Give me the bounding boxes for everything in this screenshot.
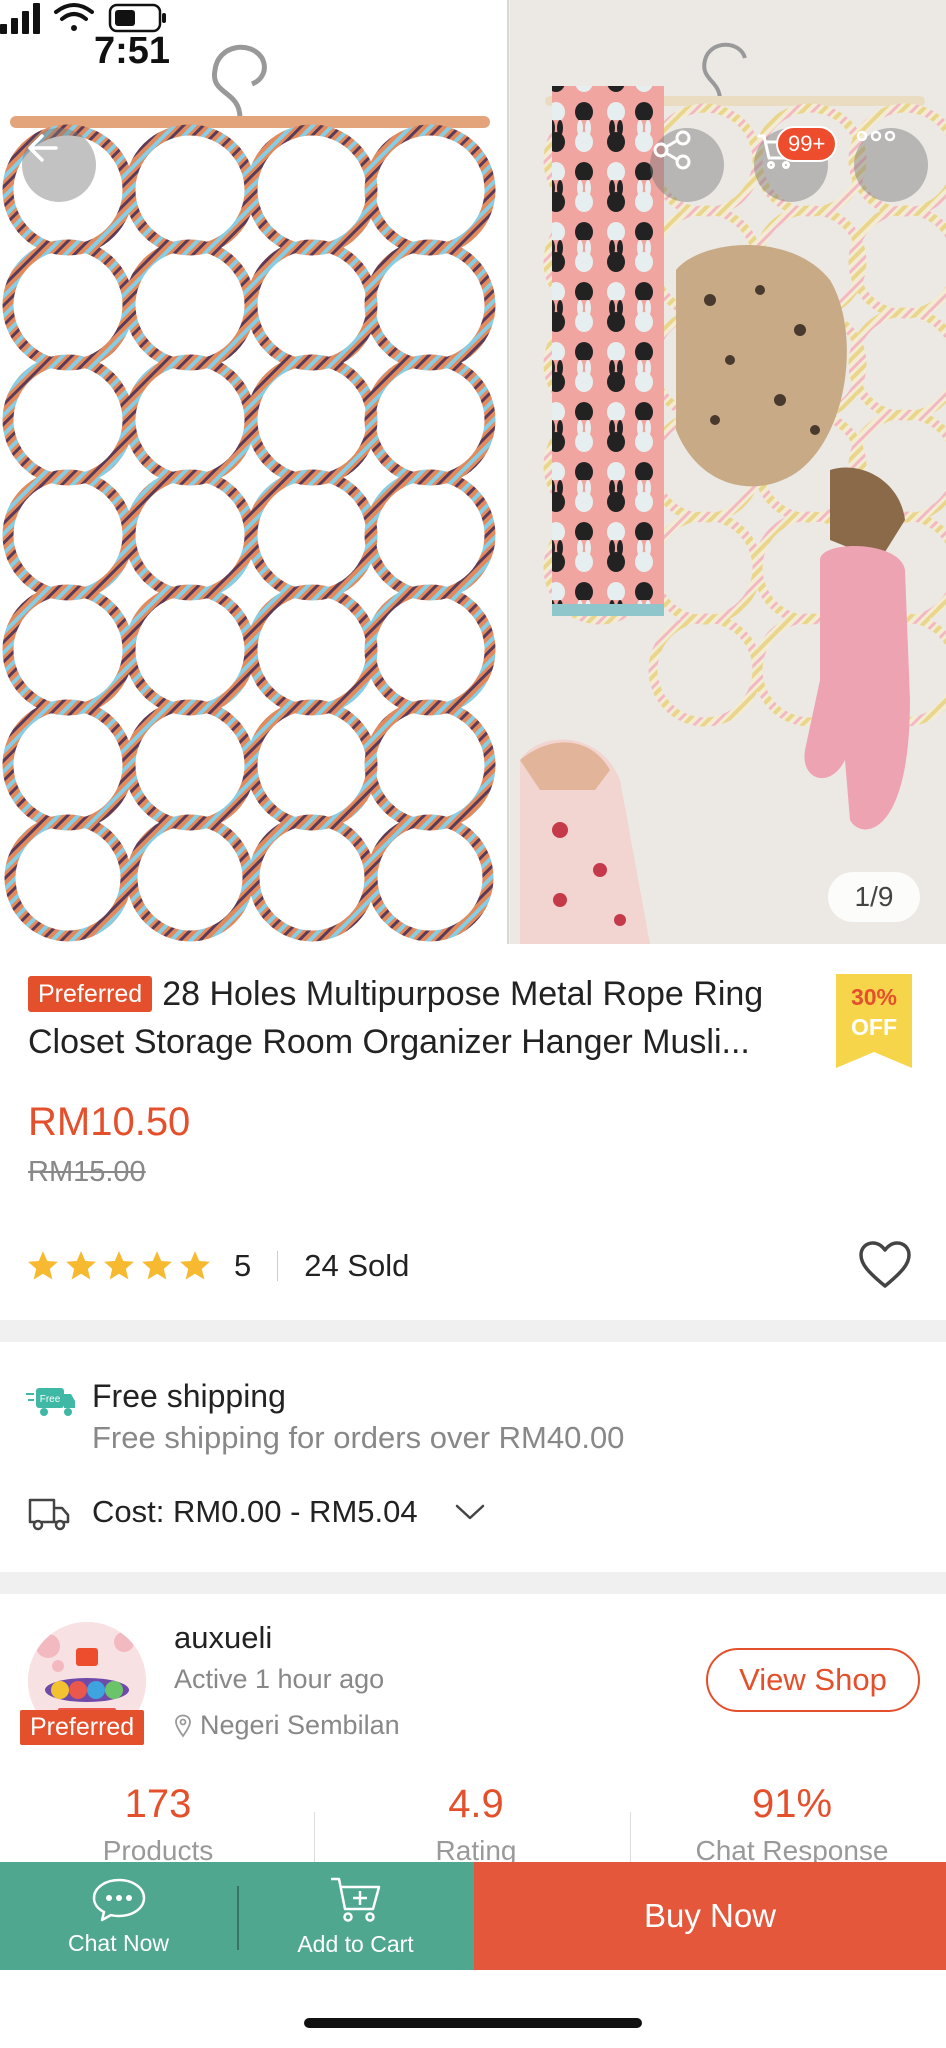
back-button[interactable] [22, 128, 96, 202]
bottom-bar-left: Chat Now Add to Cart [0, 1862, 474, 1970]
sold-count: 24 Sold [304, 1248, 410, 1283]
like-button[interactable] [858, 1240, 912, 1295]
add-to-cart-button[interactable]: Add to Cart [237, 1862, 474, 1970]
divider [237, 1886, 239, 1950]
star-icon [28, 1251, 58, 1280]
discount-percent: 30% [850, 984, 898, 1010]
preferred-tag: Preferred [28, 976, 153, 1012]
star-icon [180, 1251, 210, 1280]
stat-value: 173 [124, 1782, 192, 1826]
location-pin-icon [175, 1714, 191, 1738]
stat-chat-response[interactable]: 91% Chat Response [662, 1782, 922, 1867]
stat-value: 4.9 [448, 1782, 504, 1826]
original-price: RM15.00 [28, 1156, 146, 1188]
stat-products[interactable]: 173 Products [28, 1782, 288, 1867]
stat-rating[interactable]: 4.9 Rating [346, 1782, 606, 1867]
product-image-gallery[interactable]: 7:51 99+ 1/9 [0, 0, 946, 944]
status-time: 7:51 [94, 30, 171, 72]
view-shop-button[interactable]: View Shop [706, 1648, 920, 1712]
current-price: RM10.50 [28, 1100, 191, 1144]
shop-preferred-badge: Preferred [20, 1710, 145, 1745]
wifi-icon [54, 3, 94, 31]
product-title-block: Preferred 28 Holes Multipurpose Metal Rop… [28, 970, 828, 1066]
share-button[interactable] [650, 128, 724, 202]
free-shipping-icon: Free [26, 1388, 75, 1416]
home-indicator[interactable] [304, 2018, 642, 2028]
discount-badge: 30% OFF [836, 974, 912, 1068]
shop-name[interactable]: auxueli [174, 1620, 272, 1656]
share-icon [653, 130, 691, 170]
image-counter: 1/9 [828, 872, 920, 922]
more-options-button[interactable] [854, 128, 928, 202]
bottom-action-bar: Chat Now Add to Cart Buy Now [0, 1862, 946, 1970]
free-icon-text: Free [40, 1394, 61, 1405]
star-icon [142, 1251, 172, 1280]
signal-icon [0, 3, 40, 34]
discount-off-label: OFF [851, 1014, 897, 1040]
add-cart-icon [330, 1877, 380, 1922]
chevron-down-icon[interactable] [454, 1502, 486, 1522]
star-icon [104, 1251, 134, 1280]
free-shipping-subtitle: Free shipping for orders over RM40.00 [92, 1420, 625, 1455]
chat-now-button[interactable]: Chat Now [0, 1862, 237, 1970]
shop-active-status: Active 1 hour ago [174, 1664, 385, 1694]
add-to-cart-label: Add to Cart [297, 1930, 414, 1957]
heart-icon [859, 1241, 911, 1288]
status-icons [0, 3, 166, 34]
shipping-cost[interactable]: Cost: RM0.00 - RM5.04 [92, 1494, 418, 1530]
stat-value: 91% [751, 1782, 833, 1826]
star-icon [66, 1251, 96, 1280]
shop-location-text: Negeri Sembilan [200, 1710, 400, 1740]
section-divider [0, 1572, 946, 1594]
cart-count-badge: 99+ [776, 126, 838, 162]
truck-icon [28, 1498, 70, 1531]
chat-bubble-icon [92, 1878, 145, 1921]
arrow-left-icon [28, 134, 58, 162]
more-dots-icon [856, 130, 896, 142]
section-divider [0, 1320, 946, 1342]
rating-row[interactable]: 5 24 Sold [26, 1244, 409, 1288]
battery-icon [108, 3, 166, 33]
shop-location: Negeri Sembilan [174, 1710, 400, 1741]
divider [277, 1251, 279, 1281]
buy-now-button[interactable]: Buy Now [474, 1862, 946, 1970]
free-shipping-title: Free shipping [92, 1378, 286, 1414]
rating-value: 5 [234, 1248, 252, 1283]
rating-stars [26, 1249, 212, 1283]
chat-now-label: Chat Now [68, 1929, 169, 1956]
